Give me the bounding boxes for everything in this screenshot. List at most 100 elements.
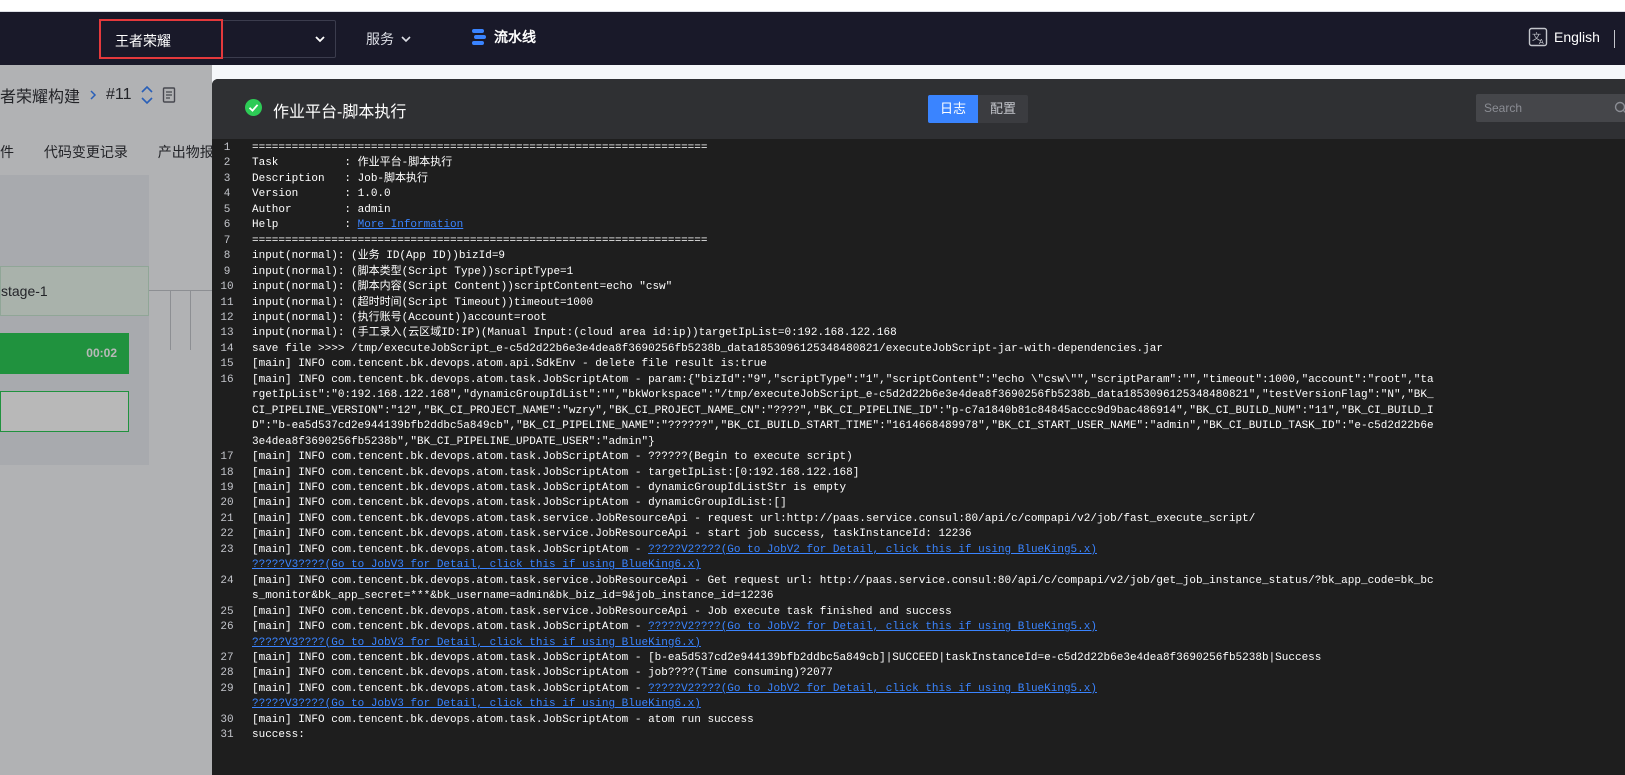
line-text: save file >>>> /tmp/executeJobScript_e-c… <box>245 342 1435 357</box>
project-select[interactable]: 王者荣耀 <box>99 19 336 59</box>
log-link[interactable]: ?????V3????(Go to JobV3 for Detail, clic… <box>252 558 1435 573</box>
line-text: input(normal): (手工录入(云区域ID:IP)(Manual In… <box>245 326 1435 341</box>
line-text: [main] INFO com.tencent.bk.devops.atom.t… <box>245 481 1435 496</box>
tab-config[interactable]: 配置 <box>978 95 1028 123</box>
nav-pipeline-label: 流水线 <box>494 29 536 45</box>
line-text: success: <box>245 728 1435 743</box>
log-line: 26 [main] INFO com.tencent.bk.devops.atom… <box>212 620 1625 651</box>
line-text: [main] INFO com.tencent.bk.devops.atom.t… <box>245 620 1435 651</box>
log-line: 7 =======================================… <box>212 234 1625 249</box>
nav-service-menu[interactable]: 服务 <box>366 29 412 49</box>
line-number: 30 <box>220 713 234 726</box>
log-line: 8 input(normal): (业务 ID(App ID))bizId=9 <box>212 249 1625 264</box>
browser-top-strip <box>0 0 1625 12</box>
log-link[interactable]: More Information <box>358 219 464 231</box>
log-link[interactable]: ?????V3????(Go to JobV3 for Detail, clic… <box>252 697 1435 712</box>
line-number: 17 <box>220 451 234 464</box>
pipeline-icon <box>472 29 486 45</box>
log-link[interactable]: ?????V2????(Go to JobV2 for Detail, clic… <box>648 683 1097 695</box>
line-number: 3 <box>223 172 231 185</box>
line-content: save file >>>> /tmp/executeJobScript_e-c… <box>252 342 1163 355</box>
line-number: 15 <box>220 358 234 371</box>
line-text: input(normal): (脚本类型(Script Type))script… <box>245 265 1435 280</box>
line-number: 25 <box>220 605 234 618</box>
log-line: 27 [main] INFO com.tencent.bk.devops.atom… <box>212 651 1625 666</box>
log-link[interactable]: ?????V2????(Go to JobV2 for Detail, clic… <box>648 621 1097 633</box>
line-content: Description : Job-脚本执行 <box>252 172 429 185</box>
line-text: Version : 1.0.0 <box>245 187 1435 202</box>
log-line: 4 Version : 1.0.0 <box>212 187 1625 202</box>
translate-icon: 文 A <box>1528 27 1548 47</box>
log-line: 9 input(normal): (脚本类型(Script Type))scrip… <box>212 265 1625 280</box>
log-line: 28 [main] INFO com.tencent.bk.devops.atom… <box>212 666 1625 681</box>
log-line: 1 =======================================… <box>212 141 1625 156</box>
line-number: 29 <box>220 682 234 695</box>
line-number: 7 <box>223 234 231 247</box>
log-line: 30 [main] INFO com.tencent.bk.devops.atom… <box>212 713 1625 728</box>
line-content: input(normal): (脚本类型(Script Type))script… <box>252 265 574 278</box>
line-content: Help : <box>252 219 358 232</box>
chevron-down-icon <box>315 36 325 43</box>
line-content: [main] INFO com.tencent.bk.devops.atom.t… <box>252 497 787 510</box>
line-number: 8 <box>223 250 231 263</box>
line-content: [main] INFO com.tencent.bk.devops.atom.t… <box>252 574 1434 603</box>
log-line: 6 Help : More Information <box>212 218 1625 233</box>
line-content: Version : 1.0.0 <box>252 188 391 201</box>
log-line: 24 [main] INFO com.tencent.bk.devops.atom… <box>212 574 1625 605</box>
line-content: success: <box>252 729 305 742</box>
line-text: [main] INFO com.tencent.bk.devops.atom.t… <box>245 543 1435 574</box>
line-text: Task : 作业平台-脚本执行 <box>245 156 1435 171</box>
log-line: 31 success: <box>212 728 1625 743</box>
log-line: 29 [main] INFO com.tencent.bk.devops.atom… <box>212 682 1625 713</box>
line-text: [main] INFO com.tencent.bk.devops.atom.t… <box>245 682 1435 713</box>
line-text: [main] INFO com.tencent.bk.devops.atom.t… <box>245 666 1435 681</box>
modal-overlay[interactable] <box>0 65 212 775</box>
log-line: 15 [main] INFO com.tencent.bk.devops.atom… <box>212 357 1625 372</box>
log-line: 14 save file >>>> /tmp/executeJobScript_e… <box>212 342 1625 357</box>
line-text: ========================================… <box>245 141 1435 156</box>
line-content: input(normal): (业务 ID(App ID))bizId=9 <box>252 250 506 263</box>
line-number: 27 <box>220 651 234 664</box>
line-number: 23 <box>220 543 234 556</box>
language-switch[interactable]: 文 A English <box>1528 27 1600 47</box>
search-input[interactable] <box>1476 94 1625 122</box>
line-number: 5 <box>223 203 231 216</box>
log-line: 21 [main] INFO com.tencent.bk.devops.atom… <box>212 512 1625 527</box>
tab-log[interactable]: 日志 <box>928 95 979 123</box>
line-content: [main] INFO com.tencent.bk.devops.atom.t… <box>252 512 1256 525</box>
line-text: [main] INFO com.tencent.bk.devops.atom.t… <box>245 651 1435 666</box>
line-number: 13 <box>220 327 234 340</box>
line-content: [main] INFO com.tencent.bk.devops.atom.t… <box>252 373 1434 448</box>
log-link[interactable]: ?????V2????(Go to JobV2 for Detail, clic… <box>648 544 1097 556</box>
line-number: 20 <box>220 497 234 510</box>
top-navigation: 王者荣耀 服务 流水线 文 A English <box>0 12 1625 65</box>
log-line: 19 [main] INFO com.tencent.bk.devops.atom… <box>212 481 1625 496</box>
line-text: input(normal): (业务 ID(App ID))bizId=9 <box>245 249 1435 264</box>
line-number: 19 <box>220 481 234 494</box>
line-content: input(normal): (执行账号(Account))account=ro… <box>252 311 547 324</box>
line-content: [main] INFO com.tencent.bk.devops.atom.t… <box>252 713 754 726</box>
log-search <box>1476 94 1625 122</box>
language-label: English <box>1554 29 1600 45</box>
search-icon[interactable] <box>1614 101 1625 115</box>
line-number: 1 <box>223 142 231 154</box>
line-content: input(normal): (脚本内容(Script Content))scr… <box>252 281 673 294</box>
success-status-icon <box>245 99 262 116</box>
log-line: 5 Author : admin <box>212 203 1625 218</box>
nav-pipeline-link[interactable]: 流水线 <box>470 27 536 47</box>
line-number: 10 <box>220 281 234 294</box>
line-content: [main] INFO com.tencent.bk.devops.atom.t… <box>252 621 649 634</box>
line-number: 24 <box>220 574 234 587</box>
nav-divider <box>1614 30 1615 48</box>
line-number: 22 <box>220 528 234 541</box>
line-number: 6 <box>223 219 231 232</box>
line-content: [main] INFO com.tencent.bk.devops.atom.t… <box>252 528 972 541</box>
log-link[interactable]: ?????V3????(Go to JobV3 for Detail, clic… <box>252 636 1435 651</box>
log-line: 16 [main] INFO com.tencent.bk.devops.atom… <box>212 373 1625 450</box>
log-line: 2 Task : 作业平台-脚本执行 <box>212 156 1625 171</box>
line-number: 11 <box>220 296 234 309</box>
line-number: 14 <box>220 342 234 355</box>
line-content: [main] INFO com.tencent.bk.devops.atom.t… <box>252 481 847 494</box>
line-content: ========================================… <box>252 142 708 154</box>
line-content: [main] INFO com.tencent.bk.devops.atom.t… <box>252 682 649 695</box>
